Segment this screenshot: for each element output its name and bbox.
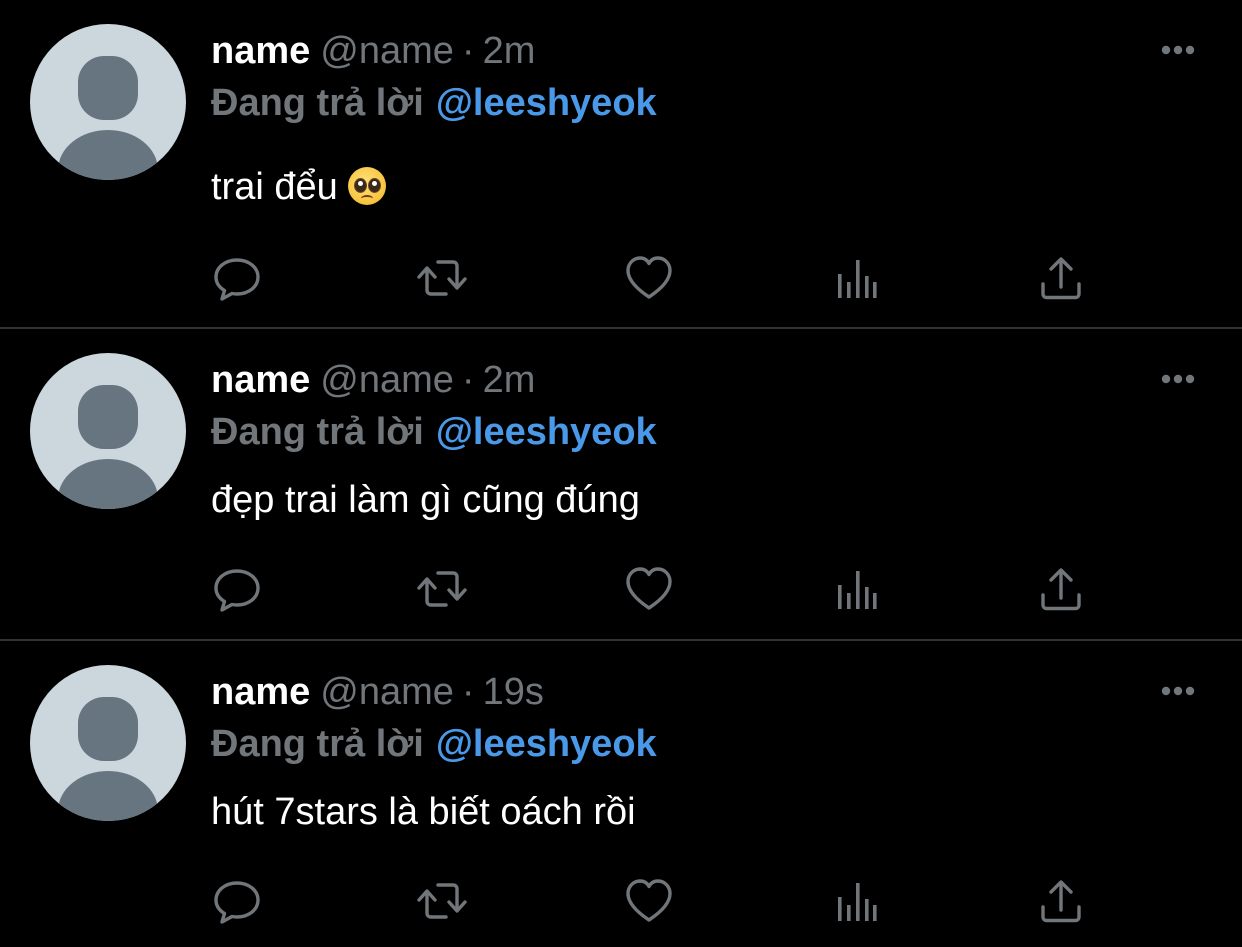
heart-icon bbox=[626, 879, 672, 922]
retweet-icon bbox=[417, 571, 467, 607]
user-handle[interactable]: @name bbox=[320, 30, 454, 72]
display-name[interactable]: name bbox=[211, 671, 310, 713]
tweet-header: name @name · 19s bbox=[211, 669, 544, 715]
heart-icon bbox=[626, 567, 672, 610]
timestamp[interactable]: 19s bbox=[483, 671, 544, 713]
avatar-body-shape bbox=[58, 130, 158, 180]
tweet-actions bbox=[0, 875, 1242, 927]
pleading-face-emoji bbox=[347, 167, 386, 205]
tweet[interactable]: name @name · 19s Đang trả lời @leeshyeok hút… bbox=[0, 641, 1242, 947]
share-upload-icon bbox=[1041, 568, 1081, 611]
separator-dot: · bbox=[461, 671, 475, 713]
bar-chart-icon bbox=[838, 571, 877, 609]
views-button[interactable] bbox=[830, 252, 882, 304]
avatar[interactable] bbox=[30, 665, 186, 821]
more-dots-icon bbox=[1161, 374, 1195, 384]
more-options-button[interactable] bbox=[1156, 679, 1200, 703]
replying-to-line: Đang trả lời @leeshyeok bbox=[211, 721, 657, 767]
retweet-icon bbox=[417, 260, 467, 296]
avatar-body-shape bbox=[58, 459, 158, 509]
user-handle[interactable]: @name bbox=[320, 359, 454, 401]
share-button[interactable] bbox=[1035, 875, 1087, 927]
more-options-button[interactable] bbox=[1156, 38, 1200, 62]
retweet-button[interactable] bbox=[416, 252, 468, 304]
tweet-header: name @name · 2m bbox=[211, 357, 535, 403]
bar-chart-icon bbox=[838, 260, 877, 298]
views-button[interactable] bbox=[830, 563, 882, 615]
display-name[interactable]: name bbox=[211, 30, 310, 72]
avatar[interactable] bbox=[30, 353, 186, 509]
bar-chart-icon bbox=[838, 883, 877, 921]
speech-bubble-icon bbox=[214, 258, 260, 301]
like-button[interactable] bbox=[623, 563, 675, 615]
replying-label: Đang trả lời bbox=[211, 411, 424, 453]
replying-label: Đang trả lời bbox=[211, 82, 424, 124]
avatar-head-shape bbox=[78, 697, 138, 761]
tweet-text: trai đểu bbox=[211, 164, 386, 210]
retweet-icon bbox=[417, 883, 467, 919]
tweet[interactable]: name @name · 2m Đang trả lời @leeshyeok đẹp … bbox=[0, 329, 1242, 639]
avatar-body-shape bbox=[58, 771, 158, 821]
tweet[interactable]: name @name · 2m Đang trả lời @leeshyeok trai… bbox=[0, 0, 1242, 327]
mention-link[interactable]: @leeshyeok bbox=[436, 82, 657, 124]
views-button[interactable] bbox=[830, 875, 882, 927]
retweet-button[interactable] bbox=[416, 875, 468, 927]
share-upload-icon bbox=[1041, 880, 1081, 923]
speech-bubble-icon bbox=[214, 881, 260, 924]
tweet-actions bbox=[0, 252, 1242, 304]
retweet-button[interactable] bbox=[416, 563, 468, 615]
avatar-head-shape bbox=[78, 385, 138, 449]
separator-dot: · bbox=[461, 30, 475, 72]
display-name[interactable]: name bbox=[211, 359, 310, 401]
mention-link[interactable]: @leeshyeok bbox=[436, 723, 657, 765]
replying-label: Đang trả lời bbox=[211, 723, 424, 765]
avatar[interactable] bbox=[30, 24, 186, 180]
reply-button[interactable] bbox=[211, 563, 263, 615]
replying-to-line: Đang trả lời @leeshyeok bbox=[211, 409, 657, 455]
tweet-text-content: trai đểu bbox=[211, 166, 338, 208]
heart-icon bbox=[626, 256, 672, 299]
replying-to-line: Đang trả lời @leeshyeok bbox=[211, 80, 657, 126]
speech-bubble-icon bbox=[214, 569, 260, 612]
separator-dot: · bbox=[461, 359, 475, 401]
mention-link[interactable]: @leeshyeok bbox=[436, 411, 657, 453]
avatar-head-shape bbox=[78, 56, 138, 120]
tweet-actions bbox=[0, 563, 1242, 615]
like-button[interactable] bbox=[623, 252, 675, 304]
more-dots-icon bbox=[1161, 45, 1195, 55]
reply-button[interactable] bbox=[211, 252, 263, 304]
timeline-feed: name @name · 2m Đang trả lời @leeshyeok trai… bbox=[0, 0, 1242, 947]
share-upload-icon bbox=[1041, 257, 1081, 300]
share-button[interactable] bbox=[1035, 563, 1087, 615]
tweet-text: đẹp trai làm gì cũng đúng bbox=[211, 479, 640, 521]
reply-button[interactable] bbox=[211, 875, 263, 927]
tweet-header: name @name · 2m bbox=[211, 28, 535, 74]
like-button[interactable] bbox=[623, 875, 675, 927]
timestamp[interactable]: 2m bbox=[483, 359, 536, 401]
tweet-text: hút 7stars là biết oách rồi bbox=[211, 791, 636, 833]
share-button[interactable] bbox=[1035, 252, 1087, 304]
timestamp[interactable]: 2m bbox=[483, 30, 536, 72]
more-dots-icon bbox=[1161, 686, 1195, 696]
user-handle[interactable]: @name bbox=[320, 671, 454, 713]
more-options-button[interactable] bbox=[1156, 367, 1200, 391]
